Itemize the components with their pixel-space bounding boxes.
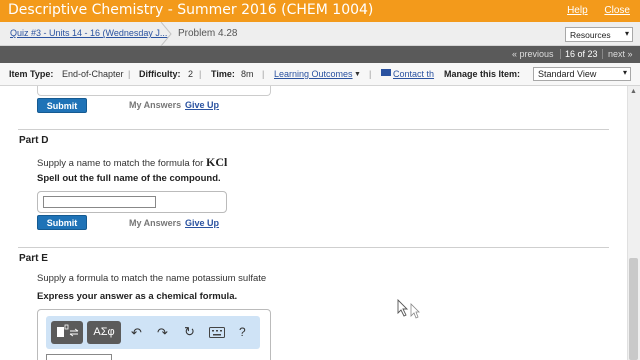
part-e-answer-input[interactable]: [46, 354, 112, 360]
section-divider: [18, 247, 609, 248]
section-divider: [18, 129, 609, 130]
chevron-down-icon: ▾: [622, 68, 627, 77]
help-link[interactable]: Help: [567, 5, 588, 16]
previous-answer-box: [37, 86, 271, 96]
template-icon-button[interactable]: [51, 321, 83, 344]
breadcrumb-chevron-icon: [160, 22, 172, 46]
contact-link[interactable]: Contact th: [393, 69, 434, 79]
divider: |: [369, 69, 372, 79]
view-select-value: Standard View: [538, 69, 597, 79]
part-d-prompt: Supply a name to match the formula for K…: [37, 155, 227, 170]
problem-nav: « previous 16 of 23 next »: [0, 46, 640, 63]
resources-label: Resources: [570, 30, 611, 40]
reset-icon[interactable]: ↻: [184, 324, 195, 340]
give-up-link-part-c[interactable]: Give Up: [185, 100, 219, 110]
keyboard-icon[interactable]: [209, 327, 225, 338]
template-icon: [57, 324, 79, 337]
part-d-answer-input[interactable]: [43, 196, 156, 208]
greek-symbols-button[interactable]: ΑΣφ: [87, 321, 121, 344]
submit-button-part-c[interactable]: Submit: [37, 98, 87, 113]
cursor-icon: [397, 299, 420, 319]
part-d-formula: KCl: [205, 155, 228, 169]
header-links: Help Close: [553, 5, 630, 16]
app-header: Descriptive Chemistry - Summer 2016 (CHE…: [0, 0, 640, 22]
breadcrumb: Quiz #3 - Units 14 - 16 (Wednesday J... …: [0, 22, 640, 46]
item-type-label: Item Type:: [9, 69, 54, 79]
part-d-prompt-text: Supply a name to match the formula for: [37, 158, 204, 169]
manage-item-label: Manage this Item:: [444, 69, 521, 79]
breadcrumb-problem: Problem 4.28: [178, 28, 238, 39]
difficulty-value: 2: [188, 69, 194, 79]
close-link[interactable]: Close: [604, 5, 630, 16]
learning-outcomes-link[interactable]: Learning Outcomes: [274, 69, 353, 79]
next-link[interactable]: next »: [608, 49, 633, 59]
divider: |: [128, 69, 131, 79]
redo-icon[interactable]: ↷: [157, 325, 168, 341]
chevron-down-icon: ▼: [354, 71, 361, 78]
app-title: Descriptive Chemistry - Summer 2016 (CHE…: [8, 2, 374, 18]
time-label: Time:: [211, 69, 235, 79]
divider: |: [199, 69, 202, 79]
part-e-prompt: Supply a formula to match the name potas…: [37, 273, 267, 284]
part-e-instruction: Express your answer as a chemical formul…: [37, 291, 238, 302]
chevron-down-icon: ▾: [624, 29, 629, 38]
mail-icon: [381, 69, 391, 76]
breadcrumb-quiz-link[interactable]: Quiz #3 - Units 14 - 16 (Wednesday J...: [10, 28, 167, 38]
submit-button-part-d[interactable]: Submit: [37, 215, 87, 230]
scroll-up-icon[interactable]: ▲: [630, 88, 637, 95]
undo-icon[interactable]: ↶: [131, 325, 142, 341]
divider: |: [262, 69, 265, 79]
previous-link[interactable]: « previous: [512, 49, 554, 59]
difficulty-label: Difficulty:: [139, 69, 181, 79]
item-type-value: End-of-Chapter: [62, 69, 124, 79]
resources-dropdown[interactable]: Resources ▾: [565, 27, 633, 42]
help-icon[interactable]: ?: [239, 325, 246, 339]
time-value: 8m: [241, 69, 254, 79]
view-select[interactable]: Standard View ▾: [533, 67, 631, 81]
give-up-link-part-d[interactable]: Give Up: [185, 218, 219, 228]
scrollbar-thumb[interactable]: [629, 258, 638, 360]
my-answers-part-c: My Answers: [129, 100, 182, 110]
problem-position: 16 of 23: [560, 49, 603, 59]
part-e-title: Part E: [19, 253, 48, 264]
part-d-instruction: Spell out the full name of the compound.: [37, 173, 221, 184]
part-d-title: Part D: [19, 135, 49, 146]
my-answers-part-d: My Answers: [129, 218, 182, 228]
